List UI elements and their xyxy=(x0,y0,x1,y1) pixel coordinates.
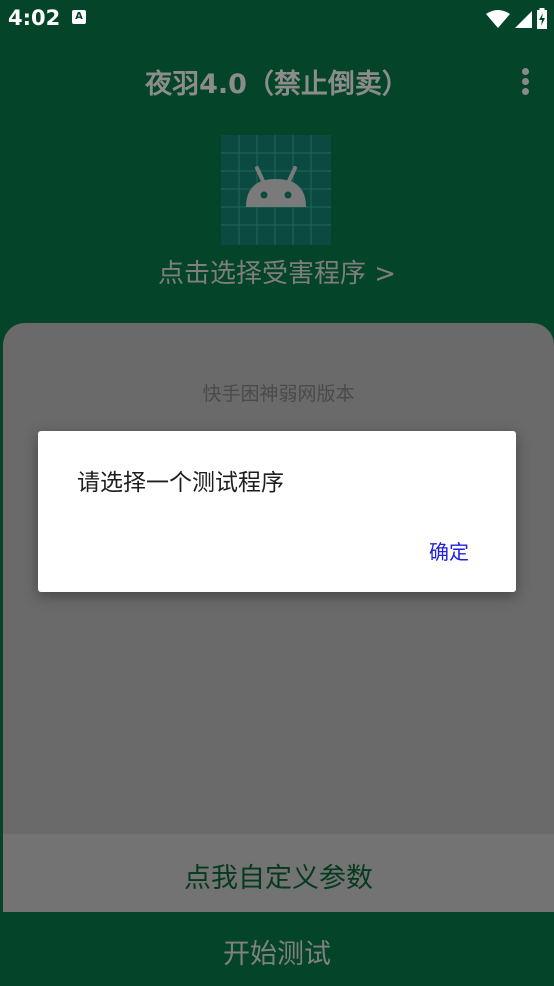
page-title: 夜羽4.0（禁止倒卖） xyxy=(145,69,409,100)
start-test-label: 开始测试 xyxy=(223,939,331,970)
start-test-button[interactable]: 开始测试 xyxy=(0,912,554,986)
android-icon[interactable] xyxy=(221,135,331,245)
wifi-icon xyxy=(486,10,510,28)
status-time: 4:02 xyxy=(8,6,61,30)
custom-params-label: 点我自定义参数 xyxy=(184,863,373,894)
more-vert-icon[interactable] xyxy=(520,68,530,96)
battery-charging-icon xyxy=(537,8,547,29)
dialog-message: 请选择一个测试程序 xyxy=(77,470,284,496)
signal-icon xyxy=(515,11,532,28)
version-label: 快手困神弱网版本 xyxy=(202,383,355,405)
status-icons xyxy=(486,6,548,32)
app-header: 夜羽4.0（禁止倒卖） xyxy=(0,38,554,124)
select-target-app-link[interactable]: 点击选择受害程序 > xyxy=(0,253,554,290)
notification-icon: A xyxy=(72,10,86,24)
alert-dialog: 请选择一个测试程序 确定 xyxy=(38,431,516,592)
ok-button[interactable]: 确定 xyxy=(429,536,469,565)
custom-params-button[interactable]: 点我自定义参数 xyxy=(3,834,554,912)
main-panel: 快手困神弱网版本 xyxy=(3,323,554,913)
status-bar: 4:02 A xyxy=(0,0,554,38)
